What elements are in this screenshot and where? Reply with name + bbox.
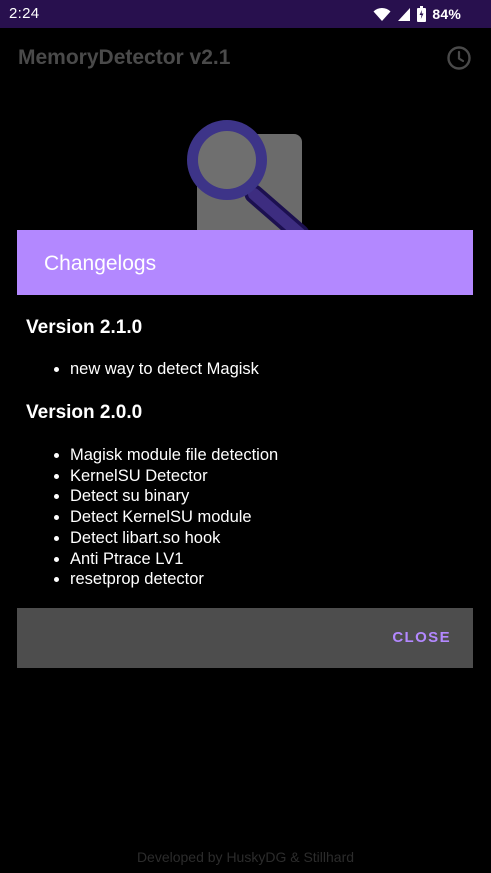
status-icons: 84% [373,4,461,24]
version-heading: Version 2.0.0 [26,402,143,423]
battery-percentage: 84% [432,6,461,22]
battery-icon [417,6,427,22]
close-button[interactable]: CLOSE [388,627,455,648]
version-heading: Version 2.1.0 [26,317,143,338]
screen: 2:24 84% MemoryDetector v2.1 Developed b… [0,0,491,873]
dialog-title: Changelogs [44,252,157,275]
list-item: resetprop detector [52,569,278,590]
wifi-icon [373,7,391,21]
list-item: Magisk module file detection [52,445,278,466]
status-time: 2:24 [9,5,40,22]
list-item: Detect libart.so hook [52,528,278,549]
list-item: Detect KernelSU module [52,507,278,528]
app-title: MemoryDetector v2.1 [18,46,231,69]
change-list: Magisk module file detection KernelSU De… [52,445,278,590]
list-item: Detect su binary [52,486,278,507]
list-item: KernelSU Detector [52,466,278,487]
changelog-dialog: Changelogs Version 2.1.0 new way to dete… [0,230,491,668]
dialog-header: Changelogs [17,230,473,295]
status-bar: 2:24 84% [0,0,491,28]
dialog-footer: CLOSE [17,608,473,668]
list-item: new way to detect Magisk [52,359,259,380]
signal-icon [398,7,411,21]
dialog-body: Version 2.1.0 new way to detect Magisk V… [0,295,491,608]
change-list: new way to detect Magisk [52,359,259,380]
footer-credit: Developed by HuskyDG & Stillhard [136,849,355,865]
magnifier-document-icon [187,120,309,230]
history-icon[interactable] [446,45,472,71]
list-item: Anti Ptrace LV1 [52,549,278,570]
